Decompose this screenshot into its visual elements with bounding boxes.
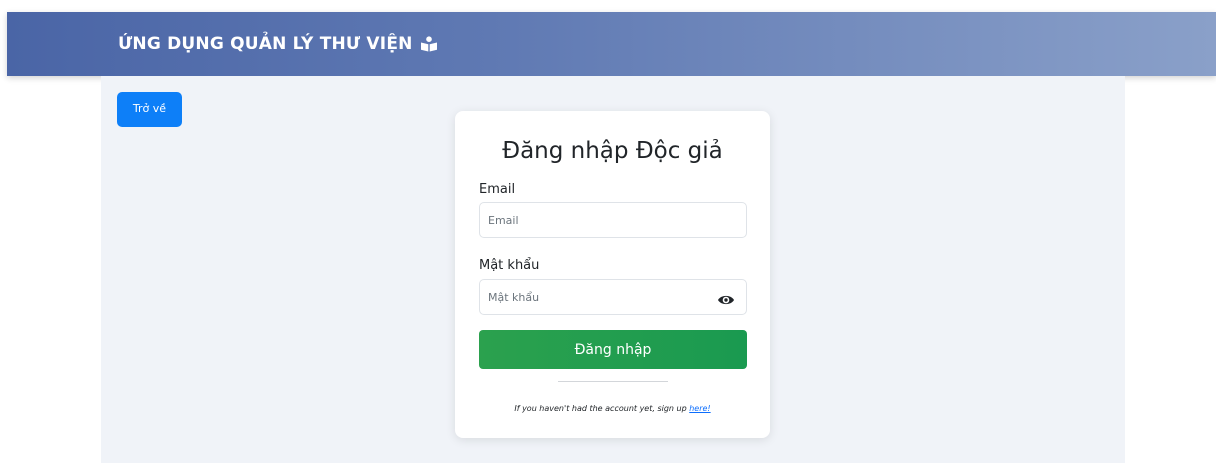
app-header: ỨNG DỤNG QUẢN LÝ THƯ VIỆN <box>7 12 1216 76</box>
password-field[interactable] <box>479 279 747 315</box>
email-label: Email <box>479 182 516 197</box>
window-top-strip <box>0 0 1216 12</box>
password-label: Mật khẩu <box>479 258 540 273</box>
login-card: Đăng nhập Độc giả Email Mật khẩu Đăng nh… <box>455 111 770 438</box>
signup-link[interactable]: here! <box>689 404 710 413</box>
back-button[interactable]: Trở về <box>117 92 182 127</box>
divider <box>558 381 668 382</box>
book-reader-icon <box>420 36 437 52</box>
login-title: Đăng nhập Độc giả <box>502 138 723 164</box>
signup-prompt-text: If you haven't had the account yet, sign… <box>514 404 690 413</box>
eye-icon[interactable] <box>717 291 735 309</box>
signup-prompt: If you haven't had the account yet, sign… <box>455 404 770 413</box>
app-title-text: ỨNG DỤNG QUẢN LÝ THƯ VIỆN <box>118 34 413 54</box>
app-title: ỨNG DỤNG QUẢN LÝ THƯ VIỆN <box>118 34 438 54</box>
login-button[interactable]: Đăng nhập <box>479 330 747 369</box>
email-field[interactable] <box>479 202 747 238</box>
